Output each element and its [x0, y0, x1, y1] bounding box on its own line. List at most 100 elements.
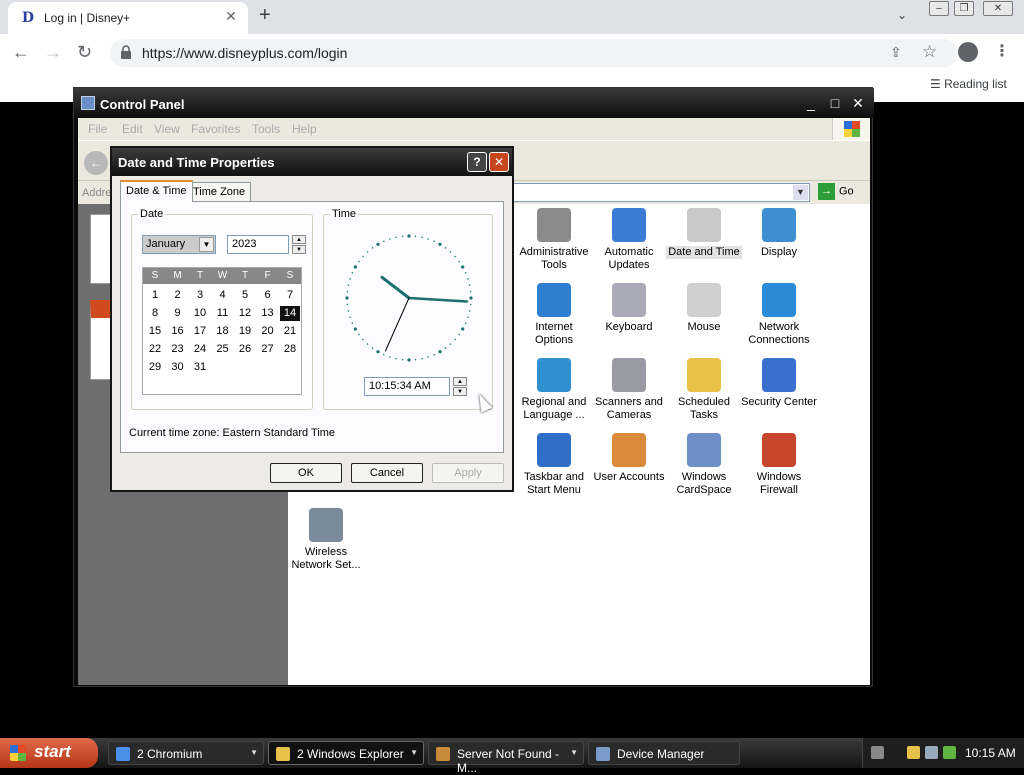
calendar-day[interactable]: 15 [145, 324, 165, 339]
calendar-day[interactable]: 13 [258, 306, 278, 321]
calendar-day[interactable]: 24 [190, 342, 210, 357]
calendar-day[interactable]: 14 [280, 306, 300, 321]
cp-item[interactable]: Date and Time [664, 208, 744, 259]
ok-button[interactable]: OK [270, 463, 342, 483]
forward-icon[interactable]: → [44, 42, 62, 63]
keyboard-layout-icon[interactable] [871, 746, 884, 759]
calendar-day[interactable]: 16 [168, 324, 188, 339]
time-down-icon[interactable]: ▼ [453, 387, 467, 396]
profile-avatar-icon[interactable] [958, 42, 978, 62]
back-icon[interactable]: ← [12, 42, 30, 63]
group-arrow-icon[interactable]: ▼ [250, 748, 258, 757]
calendar-day[interactable]: 18 [213, 324, 233, 339]
menu-view[interactable]: View [154, 122, 180, 136]
reload-icon[interactable]: ↻ [77, 42, 92, 63]
calendar-day[interactable]: 30 [168, 360, 188, 375]
calendar-day[interactable]: 27 [258, 342, 278, 357]
calendar-day[interactable]: 28 [280, 342, 300, 357]
new-tab-icon[interactable]: + [259, 4, 271, 27]
calendar-day[interactable]: 23 [168, 342, 188, 357]
cp-item[interactable]: Mouse [664, 283, 744, 334]
cp-item[interactable]: Scanners and Cameras [589, 358, 669, 422]
time-field[interactable]: 10:15:34 AM [364, 377, 450, 396]
maximize-icon[interactable]: □ [826, 95, 844, 112]
bookmark-star-icon[interactable]: ☆ [922, 42, 937, 62]
cp-item[interactable]: Display [739, 208, 819, 259]
browser-menu-icon[interactable]: ⋮ [994, 41, 1010, 61]
chevron-down-icon[interactable]: ▼ [199, 237, 214, 252]
cancel-button[interactable]: Cancel [351, 463, 423, 483]
help-icon[interactable]: ? [467, 152, 487, 172]
browser-tab[interactable]: D Log in | Disney+ ✕ [8, 2, 248, 34]
cp-item[interactable]: Administrative Tools [514, 208, 594, 272]
cp-item[interactable]: Taskbar and Start Menu [514, 433, 594, 497]
tab-search-icon[interactable]: ⌄ [897, 8, 907, 22]
menu-file[interactable]: File [88, 122, 107, 136]
calendar-day[interactable]: 10 [190, 306, 210, 321]
cp-item[interactable]: Internet Options [514, 283, 594, 347]
year-field[interactable]: 2023 [227, 235, 289, 254]
menu-tools[interactable]: Tools [252, 122, 280, 136]
address-field[interactable]: ▼ [510, 183, 810, 202]
calendar-day[interactable]: 29 [145, 360, 165, 375]
cp-item[interactable]: Automatic Updates [589, 208, 669, 272]
address-bar[interactable]: https://www.disneyplus.com/login ⇪ ☆ [110, 39, 958, 67]
cp-item[interactable]: Windows Firewall [739, 433, 819, 497]
apply-button[interactable]: Apply [432, 463, 504, 483]
calendar-day[interactable]: 25 [213, 342, 233, 357]
calendar-day[interactable]: 17 [190, 324, 210, 339]
calendar-day[interactable]: 11 [213, 306, 233, 321]
cp-item[interactable]: Scheduled Tasks [664, 358, 744, 422]
calendar-day[interactable]: 2 [168, 288, 188, 303]
control-panel-titlebar[interactable]: Control Panel _ □ ✕ [74, 88, 874, 118]
calendar-day[interactable]: 12 [235, 306, 255, 321]
calendar-day[interactable]: 4 [213, 288, 233, 303]
back-button[interactable]: ← [84, 151, 108, 175]
close-icon[interactable]: ✕ [489, 152, 509, 172]
share-icon[interactable]: ⇪ [890, 44, 902, 61]
calendar-day[interactable]: 9 [168, 306, 188, 321]
network-icon[interactable] [925, 746, 938, 759]
calendar-day[interactable]: 5 [235, 288, 255, 303]
calendar-day[interactable]: 26 [235, 342, 255, 357]
calendar-day[interactable]: 19 [235, 324, 255, 339]
group-arrow-icon[interactable]: ▼ [570, 748, 578, 757]
month-select[interactable]: January ▼ [142, 235, 216, 254]
menu-favorites[interactable]: Favorites [191, 122, 240, 136]
time-up-icon[interactable]: ▲ [453, 377, 467, 386]
minimize-icon[interactable]: _ [802, 95, 820, 112]
close-tab-icon[interactable]: ✕ [222, 8, 240, 25]
calendar-day[interactable]: 22 [145, 342, 165, 357]
year-down-icon[interactable]: ▼ [292, 245, 306, 254]
volume-icon[interactable] [943, 746, 956, 759]
calendar-day[interactable]: 7 [280, 288, 300, 303]
cp-item[interactable]: Security Center [739, 358, 819, 409]
start-button[interactable]: start [0, 738, 98, 768]
group-arrow-icon[interactable]: ▼ [410, 748, 418, 757]
dialog-titlebar[interactable]: Date and Time Properties ? ✕ [112, 148, 512, 176]
cp-item[interactable]: User Accounts [589, 433, 669, 484]
calendar-day[interactable]: 6 [258, 288, 278, 303]
taskbar-button[interactable]: Server Not Found - M... ▼ [428, 741, 584, 775]
taskbar-button[interactable]: 2 Chromium ▼ [108, 741, 264, 765]
calendar-day[interactable]: 3 [190, 288, 210, 303]
year-up-icon[interactable]: ▲ [292, 235, 306, 244]
minimize-window-icon[interactable]: – [929, 1, 949, 16]
security-shield-icon[interactable] [907, 746, 920, 759]
menu-edit[interactable]: Edit [122, 122, 143, 136]
restore-window-icon[interactable]: ❐ [954, 1, 974, 16]
go-button[interactable]: → Go [818, 183, 854, 203]
cp-item[interactable]: Network Connections [739, 283, 819, 347]
calendar-day[interactable]: 8 [145, 306, 165, 321]
calendar-day[interactable]: 1 [145, 288, 165, 303]
menu-help[interactable]: Help [292, 122, 317, 136]
cp-item[interactable]: Keyboard [589, 283, 669, 334]
chevron-down-icon[interactable]: ▼ [793, 185, 808, 200]
cp-item[interactable]: Regional and Language ... [514, 358, 594, 422]
taskbar-button[interactable]: 2 Windows Explorer ▼ [268, 741, 424, 765]
tab-time-zone[interactable]: Time Zone [187, 182, 252, 202]
close-window-icon[interactable]: ✕ [983, 1, 1013, 16]
calendar-day[interactable]: 31 [190, 360, 210, 375]
tab-date-time[interactable]: Date & Time [120, 180, 193, 202]
close-icon[interactable]: ✕ [849, 95, 867, 112]
